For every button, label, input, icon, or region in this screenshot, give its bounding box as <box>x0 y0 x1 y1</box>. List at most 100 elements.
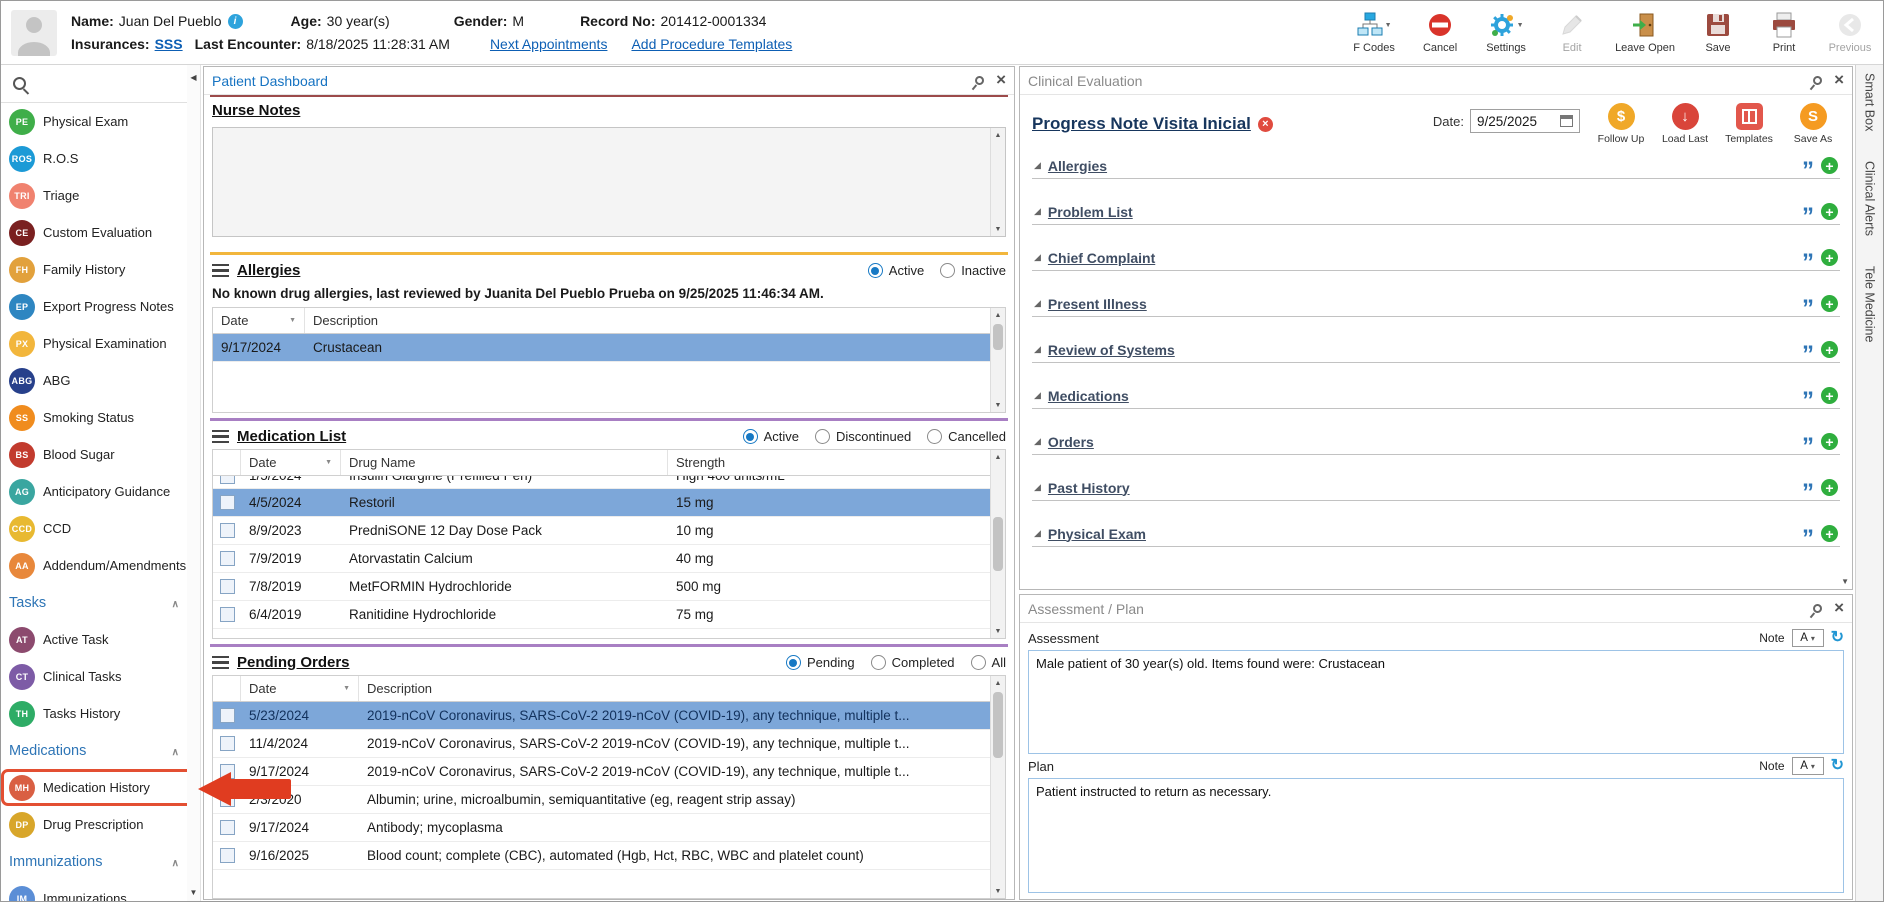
scroll-up-icon[interactable] <box>991 450 1005 464</box>
column-filter-icon[interactable] <box>325 459 332 466</box>
nurse-notes-textarea[interactable] <box>212 127 1006 237</box>
dropdown-caret-icon[interactable] <box>1517 22 1524 29</box>
note-section-title[interactable]: Past History <box>1048 480 1130 496</box>
note-section-title[interactable]: Medications <box>1048 388 1129 404</box>
pending-order-row[interactable]: 9/17/2024 2019-nCoV Coronavirus, SARS-Co… <box>213 758 990 786</box>
sidebar-item[interactable]: CT Clinical Tasks <box>1 658 187 695</box>
scroll-track[interactable] <box>991 322 1005 398</box>
quote-icon[interactable] <box>1802 489 1814 497</box>
filter-option[interactable]: Discontinued <box>815 429 911 444</box>
expander-icon[interactable] <box>1034 298 1041 309</box>
chevron-up-icon[interactable] <box>172 743 179 759</box>
menu-icon[interactable] <box>212 430 229 443</box>
chevron-up-icon[interactable] <box>172 595 179 611</box>
row-checkbox[interactable] <box>219 764 235 779</box>
previous-button[interactable]: Previous <box>1827 11 1873 54</box>
note-section-title[interactable]: Chief Complaint <box>1048 250 1155 266</box>
f-codes-button[interactable]: F Codes <box>1351 11 1397 54</box>
note-section-row[interactable]: Orders <box>1032 431 1840 455</box>
sidebar-item[interactable]: DP Drug Prescription <box>1 806 187 843</box>
expander-icon[interactable] <box>1034 528 1041 539</box>
date-input[interactable]: 9/25/2025 <box>1470 109 1580 133</box>
note-section-row[interactable]: Present Illness <box>1032 293 1840 317</box>
filter-option[interactable]: Completed <box>870 655 955 670</box>
row-checkbox[interactable] <box>219 551 235 566</box>
note-style-button[interactable] <box>1791 757 1824 775</box>
info-icon[interactable] <box>227 13 243 29</box>
scroll-down-icon[interactable] <box>991 398 1005 412</box>
add-icon[interactable] <box>1821 433 1838 450</box>
column-header-description[interactable]: Description <box>359 676 990 701</box>
leave-open-button[interactable]: Leave Open <box>1615 11 1675 54</box>
sidebar-item[interactable]: PE Physical Exam <box>1 103 187 140</box>
row-checkbox[interactable] <box>219 579 235 594</box>
note-section-title[interactable]: Orders <box>1048 434 1094 450</box>
settings-button[interactable]: Settings <box>1483 11 1529 54</box>
filter-option[interactable]: All <box>970 655 1006 670</box>
scroll-up-icon[interactable] <box>991 676 1005 690</box>
note-section-row[interactable]: Past History <box>1032 477 1840 501</box>
add-procedure-templates-link[interactable]: Add Procedure Templates <box>631 36 792 52</box>
quote-icon[interactable] <box>1802 397 1814 405</box>
sidebar-item[interactable]: TRI Triage <box>1 177 187 214</box>
note-section-row[interactable]: Problem List <box>1032 201 1840 225</box>
collapse-sidebar-icon[interactable] <box>190 68 196 83</box>
sidebar-item[interactable]: ABG ABG <box>1 362 187 399</box>
nurse-notes-title[interactable]: Nurse Notes <box>212 102 300 119</box>
scroll-thumb[interactable] <box>993 692 1003 758</box>
column-filter-icon[interactable] <box>289 317 296 324</box>
insurances-link[interactable]: SSS <box>155 36 183 52</box>
quote-icon[interactable] <box>1802 535 1814 543</box>
note-section-title[interactable]: Allergies <box>1048 158 1107 174</box>
save-button[interactable]: Save <box>1695 11 1741 54</box>
close-icon[interactable] <box>1834 601 1844 616</box>
refresh-icon[interactable] <box>1831 758 1844 774</box>
sidebar-item[interactable]: ROS R.O.S <box>1 140 187 177</box>
expander-icon[interactable] <box>1034 436 1041 447</box>
refresh-icon[interactable] <box>1831 630 1844 646</box>
medication-scrollbar[interactable] <box>990 450 1005 638</box>
close-icon[interactable] <box>1834 73 1844 88</box>
pin-icon[interactable] <box>1811 74 1824 87</box>
medication-row[interactable]: 1/5/2024 Insulin Glargine (Prefilled Pen… <box>213 476 990 489</box>
scroll-up-icon[interactable] <box>991 308 1005 322</box>
row-checkbox[interactable] <box>219 476 235 484</box>
scroll-thumb[interactable] <box>993 324 1003 350</box>
templates-button[interactable]: Templates <box>1722 103 1776 145</box>
row-checkbox[interactable] <box>219 792 235 807</box>
cancel-button[interactable]: Cancel <box>1417 11 1463 54</box>
dropdown-caret-icon[interactable] <box>1385 22 1392 29</box>
sidebar-item[interactable]: IM Immunizations <box>1 880 187 901</box>
add-icon[interactable] <box>1821 295 1838 312</box>
filter-option[interactable]: Pending <box>785 655 855 670</box>
scroll-track[interactable] <box>991 690 1005 884</box>
column-header-date[interactable]: Date <box>241 450 341 475</box>
note-section-title[interactable]: Problem List <box>1048 204 1133 220</box>
row-checkbox[interactable] <box>219 848 235 863</box>
column-header-date[interactable]: Date <box>213 308 305 333</box>
plan-textarea[interactable]: Patient instructed to return as necessar… <box>1028 778 1844 893</box>
sidebar-item[interactable]: Medications <box>1 732 187 769</box>
medication-row[interactable]: 6/4/2019 Ranitidine Hydrochloride 75 mg <box>213 601 990 629</box>
note-section-title[interactable]: Present Illness <box>1048 296 1147 312</box>
medication-row[interactable]: 7/9/2019 Atorvastatin Calcium 40 mg <box>213 545 990 573</box>
save-as-button[interactable]: Save As <box>1786 103 1840 145</box>
note-section-row[interactable]: Medications <box>1032 385 1840 409</box>
close-icon[interactable] <box>996 73 1006 88</box>
pending-order-row[interactable]: 2/3/2020 Albumin; urine, microalbumin, s… <box>213 786 990 814</box>
quote-icon[interactable] <box>1802 259 1814 267</box>
next-appointments-link[interactable]: Next Appointments <box>490 36 608 52</box>
add-icon[interactable] <box>1821 525 1838 542</box>
pending-order-row[interactable]: 9/16/2025 Blood count; complete (CBC), a… <box>213 842 990 870</box>
scroll-up-icon[interactable] <box>991 128 1005 142</box>
pending-order-row[interactable]: 5/23/2024 2019-nCoV Coronavirus, SARS-Co… <box>213 702 990 730</box>
expander-icon[interactable] <box>1034 206 1041 217</box>
row-checkbox[interactable] <box>219 607 235 622</box>
filter-option[interactable]: Inactive <box>940 263 1006 278</box>
medication-row[interactable]: 8/9/2023 PredniSONE 12 Day Dose Pack 10 … <box>213 517 990 545</box>
scroll-track[interactable] <box>991 464 1005 624</box>
scroll-down-icon[interactable] <box>991 222 1005 236</box>
side-tab[interactable]: Tele Medicine <box>1863 266 1877 342</box>
sidebar-item[interactable]: CE Custom Evaluation <box>1 214 187 251</box>
scroll-down-icon[interactable] <box>991 624 1005 638</box>
